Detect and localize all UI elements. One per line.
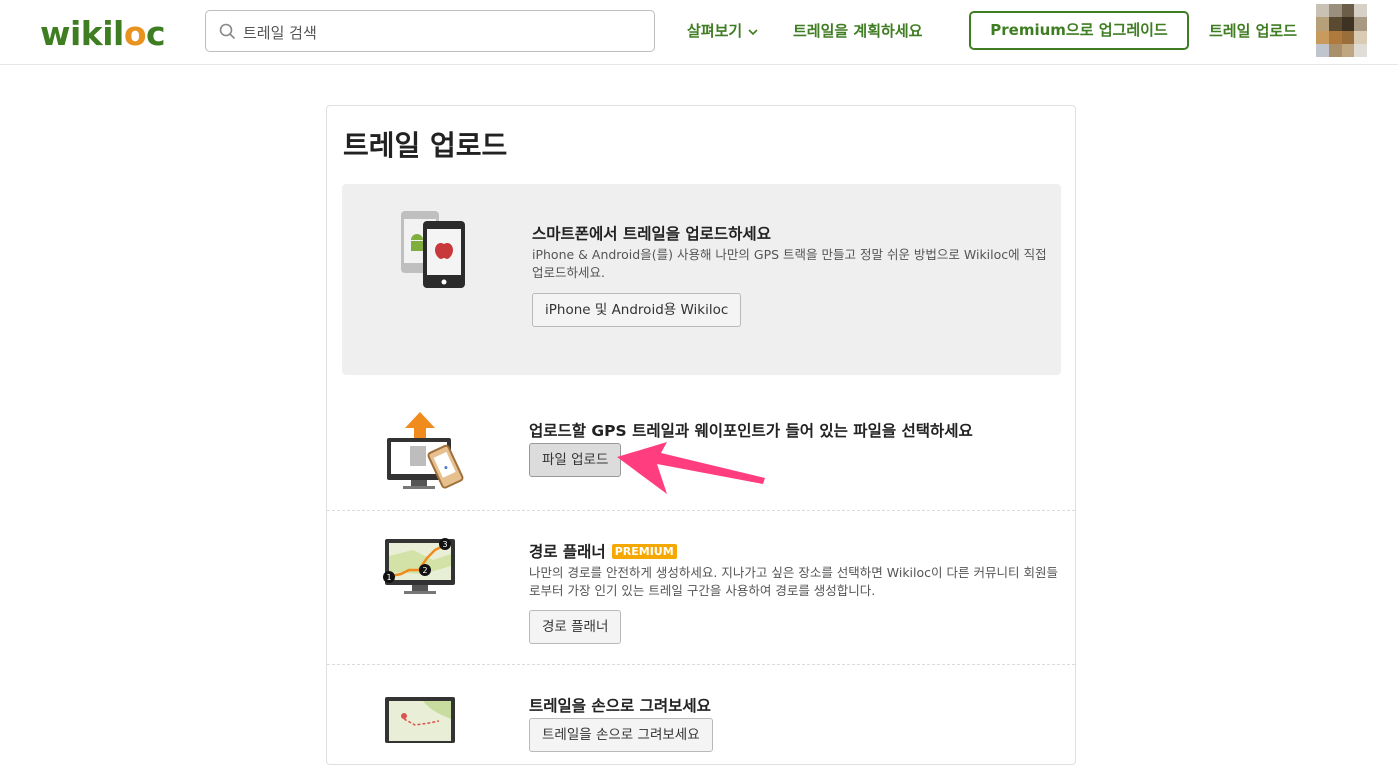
top-header: wikiloc 트레일 검색 살펴보기 트레일을 계획하세요 Premium으로… [0,0,1398,65]
smartphone-description: iPhone & Android을(를) 사용해 나만의 GPS 트랙을 만들고… [532,247,1047,280]
mobile-apps-button[interactable]: iPhone 및 Android용 Wikiloc [532,293,742,327]
premium-badge: PREMIUM [611,544,677,559]
svg-text:3: 3 [442,540,447,549]
route-planner-title: 경로 플래너 PREMIUM [529,540,677,562]
divider [327,510,1075,511]
route-planner-button[interactable]: 경로 플래너 [529,610,622,644]
nav-browse[interactable]: 살펴보기 [687,20,758,41]
draw-trail-button[interactable]: 트레일을 손으로 그려보세요 [529,718,713,752]
upload-card: 트레일 업로드 스마트폰에서 트레일을 업로드하세요 iPhone & Andr… [326,105,1076,765]
wikiloc-logo[interactable]: wikiloc [40,14,166,53]
route-planner-description: 나만의 경로를 안전하게 생성하세요. 지나가고 싶은 장소를 선택하면 Wik… [529,565,1058,598]
nav-plan-trail[interactable]: 트레일을 계획하세요 [793,20,922,41]
search-icon [219,23,236,40]
file-upload-title: 업로드할 GPS 트레일과 웨이포인트가 들어 있는 파일을 선택하세요 [529,422,973,440]
smartphone-title: 스마트폰에서 트레일을 업로드하세요 [532,225,771,243]
page-title: 트레일 업로드 [343,129,508,162]
search-input[interactable]: 트레일 검색 [205,10,655,52]
premium-upgrade-button[interactable]: Premium으로 업그레이드 [969,11,1189,50]
file-upload-button[interactable]: 파일 업로드 [529,443,622,477]
avatar[interactable] [1316,4,1367,57]
draw-trail-icon [385,697,455,743]
smartphones-icon [401,211,465,288]
search-placeholder: 트레일 검색 [243,24,317,42]
nav-upload-trail[interactable]: 트레일 업로드 [1209,20,1297,41]
route-planner-icon: 1 2 3 [383,538,455,594]
divider [327,664,1075,665]
chevron-down-icon [748,29,758,36]
svg-text:2: 2 [422,566,427,575]
file-upload-icon [387,412,464,489]
svg-text:1: 1 [386,573,391,582]
smartphone-section: 스마트폰에서 트레일을 업로드하세요 iPhone & Android을(를) … [342,184,1061,375]
annotation-arrow [617,442,765,494]
draw-trail-title: 트레일을 손으로 그려보세요 [529,697,711,715]
